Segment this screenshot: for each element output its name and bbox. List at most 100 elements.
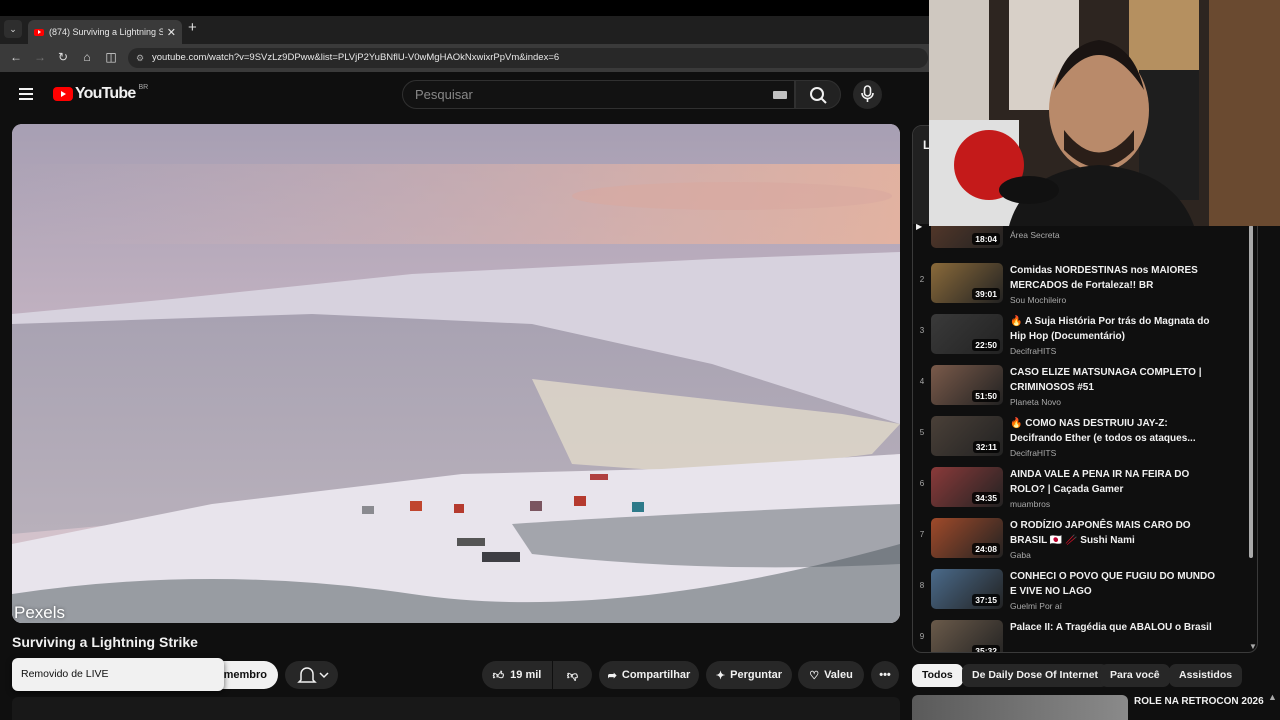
thumbs-up-icon: 👍︎ bbox=[492, 669, 505, 682]
playlist-item-thumbnail[interactable]: 22:50 bbox=[931, 314, 1003, 354]
video-player[interactable] bbox=[12, 124, 900, 623]
duration-badge: 24:08 bbox=[972, 543, 1000, 555]
playlist-item[interactable]: 7 24:08 O RODÍZIO JAPONÊS MAIS CARO DO BRA… bbox=[913, 512, 1253, 563]
playlist-item-index: 8 bbox=[919, 581, 925, 590]
playlist-item-thumbnail[interactable]: 32:11 bbox=[931, 416, 1003, 456]
sparkle-icon: ✦ bbox=[715, 669, 726, 682]
snackbar-toast: Removido de LIVE bbox=[12, 658, 224, 691]
playlist-item[interactable]: 6 34:35 AINDA VALE A PENA IR NA FEIRA DO R… bbox=[913, 461, 1253, 512]
playlist-item-thumbnail[interactable]: 35:32 bbox=[931, 620, 1003, 652]
playlist-item-channel: DecifraHITS bbox=[1010, 448, 1057, 458]
playlist-item[interactable]: 9 35:32 Palace II: A Tragédia que ABALOU o… bbox=[913, 614, 1253, 653]
now-playing-icon: ▶ bbox=[916, 222, 923, 231]
site-info-icon[interactable]: ⚙ bbox=[136, 48, 144, 68]
share-label: Compartilhar bbox=[621, 669, 691, 681]
playlist-item-channel: Área Secreta bbox=[1010, 230, 1060, 240]
ask-label: Perguntar bbox=[730, 669, 783, 681]
webcam-overlay bbox=[929, 0, 1280, 226]
playlist-item-index: 7 bbox=[919, 530, 925, 539]
tab-title: (874) Surviving a Lightning Strike bbox=[49, 27, 163, 37]
forward-icon[interactable]: → bbox=[32, 50, 48, 64]
playlist-item-title[interactable]: Palace II: A Tragédia que ABALOU o Brasi… bbox=[1010, 620, 1220, 635]
playlist-item-title[interactable]: 🔥 COMO NAS DESTRUIU JAY-Z: Decifrando Et… bbox=[1010, 416, 1220, 446]
like-button[interactable]: 👍︎ 19 mil bbox=[482, 661, 552, 689]
duration-badge: 37:15 bbox=[972, 594, 1000, 606]
heart-dollar-icon: ♡ bbox=[809, 669, 820, 682]
playlist-item[interactable]: 8 37:15 CONHECI O POVO QUE FUGIU DO MUNDO … bbox=[913, 563, 1253, 614]
playlist-item-title[interactable]: AINDA VALE A PENA IR NA FEIRA DO ROLO? |… bbox=[1010, 467, 1220, 497]
playlist-item-title[interactable]: O RODÍZIO JAPONÊS MAIS CARO DO BRASIL 🇯🇵… bbox=[1010, 518, 1220, 548]
share-button[interactable]: ➦ Compartilhar bbox=[599, 661, 699, 689]
search-input[interactable]: Pesquisar bbox=[402, 80, 795, 109]
playlist-item-index: 9 bbox=[919, 632, 925, 641]
close-tab-icon[interactable]: ✕ bbox=[167, 26, 176, 39]
home-icon[interactable]: ⌂ bbox=[79, 50, 95, 64]
logo-text: YouTube bbox=[75, 85, 136, 102]
playlist-item[interactable]: 3 22:50 🔥 A Suja História Por trás do Magn… bbox=[913, 308, 1253, 359]
next-video-thumbnail[interactable] bbox=[912, 695, 1128, 720]
thanks-label: Valeu bbox=[824, 669, 853, 681]
playlist-item[interactable]: 5 32:11 🔥 COMO NAS DESTRUIU JAY-Z: Decifra… bbox=[913, 410, 1253, 461]
playlist-scrollbar[interactable] bbox=[1249, 225, 1253, 558]
chip-all[interactable]: Todos bbox=[912, 664, 963, 687]
chip-for-you[interactable]: Para você bbox=[1100, 664, 1170, 687]
video-title: Surviving a Lightning Strike bbox=[12, 634, 198, 650]
menu-icon[interactable] bbox=[19, 88, 33, 100]
country-code: BR bbox=[138, 83, 149, 91]
duration-badge: 32:11 bbox=[972, 441, 1000, 453]
duration-badge: 34:35 bbox=[972, 492, 1000, 504]
more-actions-button[interactable]: ••• bbox=[871, 661, 899, 689]
youtube-favicon-icon bbox=[34, 28, 44, 36]
playlist-item-thumbnail[interactable]: 39:01 bbox=[931, 263, 1003, 303]
video-watermark: Pexels bbox=[14, 603, 66, 622]
playlist-item-thumbnail[interactable]: 34:35 bbox=[931, 467, 1003, 507]
back-icon[interactable]: ← bbox=[8, 50, 24, 64]
notifications-button[interactable] bbox=[285, 661, 338, 689]
address-bar-row: ← → ↻ ⌂ ◫ ⚙ youtube.com/watch?v=9SVzLz9D… bbox=[0, 44, 930, 72]
playlist-item-channel: Guelmi Por aí bbox=[1010, 601, 1062, 611]
playlist-item-index: 4 bbox=[919, 377, 925, 386]
playlist-item-title[interactable]: CASO ELIZE MATSUNAGA COMPLETO | CRIMINOS… bbox=[1010, 365, 1220, 395]
youtube-logo[interactable]: YouTube BR bbox=[53, 83, 149, 103]
reload-icon[interactable]: ↻ bbox=[55, 50, 71, 64]
playlist-item-thumbnail[interactable]: 24:08 bbox=[931, 518, 1003, 558]
chips-next-icon[interactable]: ▲ bbox=[1268, 692, 1277, 702]
voice-search-button[interactable] bbox=[853, 80, 882, 109]
url-text: youtube.com/watch?v=9SVzLz9DPww&list=PLV… bbox=[152, 52, 560, 63]
playlist-item[interactable]: 4 51:50 CASO ELIZE MATSUNAGA COMPLETO | CR… bbox=[913, 359, 1253, 410]
split-view-icon[interactable]: ◫ bbox=[103, 50, 119, 64]
microphone-icon bbox=[861, 85, 874, 102]
thumbs-down-icon: 👎︎ bbox=[566, 669, 579, 682]
thanks-button[interactable]: ♡ Valeu bbox=[798, 661, 864, 689]
tab-search-dropdown[interactable]: ⌄ bbox=[4, 20, 22, 38]
playlist-item-title[interactable]: CONHECI O POVO QUE FUGIU DO MUNDO E VIVE… bbox=[1010, 569, 1220, 599]
ask-button[interactable]: ✦ Perguntar bbox=[706, 661, 792, 689]
playlist-item-index: 2 bbox=[919, 275, 925, 284]
playlist-item-title[interactable]: 🔥 A Suja História Por trás do Magnata do… bbox=[1010, 314, 1220, 344]
playlist-item-thumbnail[interactable]: 51:50 bbox=[931, 365, 1003, 405]
playlist-item[interactable]: 2 39:01 Comidas NORDESTINAS nos MAIORES ME… bbox=[913, 257, 1253, 308]
playlist-item-title[interactable]: Comidas NORDESTINAS nos MAIORES MERCADOS… bbox=[1010, 263, 1220, 293]
playlist-item-channel: Canal 90 bbox=[1010, 652, 1044, 653]
next-video-title[interactable]: ROLE NA RETROCON 2026 bbox=[1134, 696, 1264, 707]
url-field[interactable]: ⚙ youtube.com/watch?v=9SVzLz9DPww&list=P… bbox=[128, 48, 928, 68]
playlist-item-thumbnail[interactable]: 37:15 bbox=[931, 569, 1003, 609]
playlist-item-index: 5 bbox=[919, 428, 925, 437]
playlist-item-channel: muambros bbox=[1010, 499, 1051, 509]
more-icon: ••• bbox=[879, 669, 891, 681]
video-frame-landscape bbox=[12, 124, 900, 623]
chip-watched[interactable]: Assistidos bbox=[1169, 664, 1243, 687]
youtube-play-icon bbox=[53, 87, 73, 101]
playlist-item-channel: Gaba bbox=[1010, 550, 1031, 560]
scroll-down-icon[interactable]: ▼ bbox=[1249, 642, 1257, 651]
playlist-item-channel: Sou Mochileiro bbox=[1010, 295, 1067, 305]
browser-tab[interactable]: (874) Surviving a Lightning Strike ✕ bbox=[28, 20, 182, 44]
search-button[interactable] bbox=[795, 80, 841, 109]
search-icon bbox=[810, 87, 827, 104]
duration-badge: 39:01 bbox=[972, 288, 1000, 300]
new-tab-button[interactable]: + bbox=[188, 19, 197, 36]
keyboard-icon[interactable] bbox=[773, 91, 787, 99]
duration-badge: 22:50 bbox=[972, 339, 1000, 351]
chip-daily-dose[interactable]: De Daily Dose Of Internet bbox=[962, 664, 1109, 687]
dislike-button[interactable]: 👎︎ bbox=[553, 661, 592, 689]
